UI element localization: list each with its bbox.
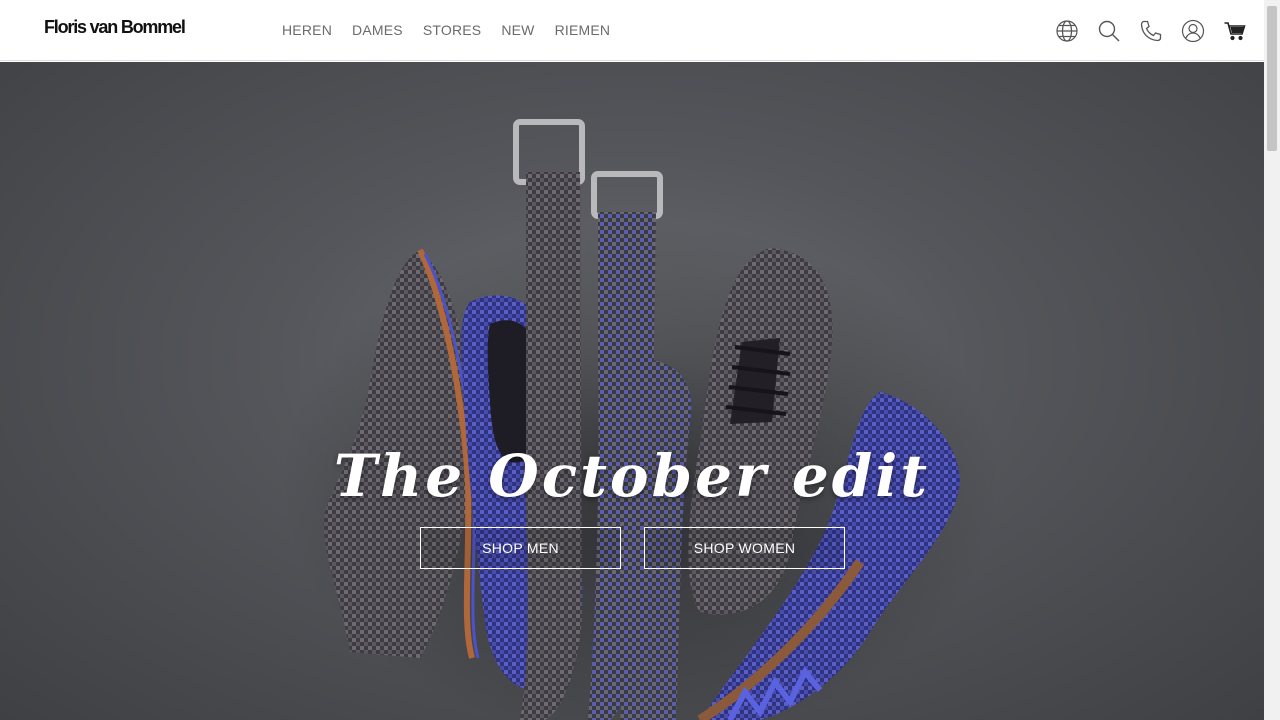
header-icons	[1053, 0, 1249, 61]
scrollbar-thumb[interactable]	[1267, 6, 1277, 151]
site-header: Floris van Bommel HEREN DAMES STORES NEW…	[0, 0, 1264, 61]
shop-men-button[interactable]: SHOP MEN	[420, 527, 621, 569]
nav-link-dames[interactable]: DAMES	[352, 22, 403, 38]
nav-item-heren: HEREN	[282, 22, 332, 40]
search-icon[interactable]	[1095, 17, 1123, 45]
nav-link-stores[interactable]: STORES	[423, 22, 482, 38]
page-scrollbar[interactable]	[1264, 0, 1280, 720]
nav-link-riemen[interactable]: RIEMEN	[555, 22, 611, 38]
cart-icon[interactable]	[1221, 17, 1249, 45]
globe-icon[interactable]	[1053, 17, 1081, 45]
hero-banner: The October edit SHOP MEN SHOP WOMEN	[0, 62, 1264, 720]
shop-women-button[interactable]: SHOP WOMEN	[644, 527, 845, 569]
nav-link-new[interactable]: NEW	[501, 22, 534, 38]
page: Floris van Bommel HEREN DAMES STORES NEW…	[0, 0, 1280, 720]
nav-item-new: NEW	[501, 22, 534, 40]
nav-item-dames: DAMES	[352, 22, 403, 40]
nav-item-riemen: RIEMEN	[555, 22, 611, 40]
phone-icon[interactable]	[1137, 17, 1165, 45]
account-icon[interactable]	[1179, 17, 1207, 45]
belts	[513, 119, 692, 720]
nav-item-stores: STORES	[423, 22, 482, 40]
hero-title: The October edit	[333, 442, 931, 510]
hero-shoes-image	[280, 119, 1000, 720]
cta-buttons: SHOP MEN SHOP WOMEN	[420, 527, 845, 569]
brand-logo[interactable]: Floris van Bommel	[44, 17, 186, 38]
nav-link-heren[interactable]: HEREN	[282, 22, 332, 38]
main-nav: HEREN DAMES STORES NEW RIEMEN	[282, 0, 610, 61]
